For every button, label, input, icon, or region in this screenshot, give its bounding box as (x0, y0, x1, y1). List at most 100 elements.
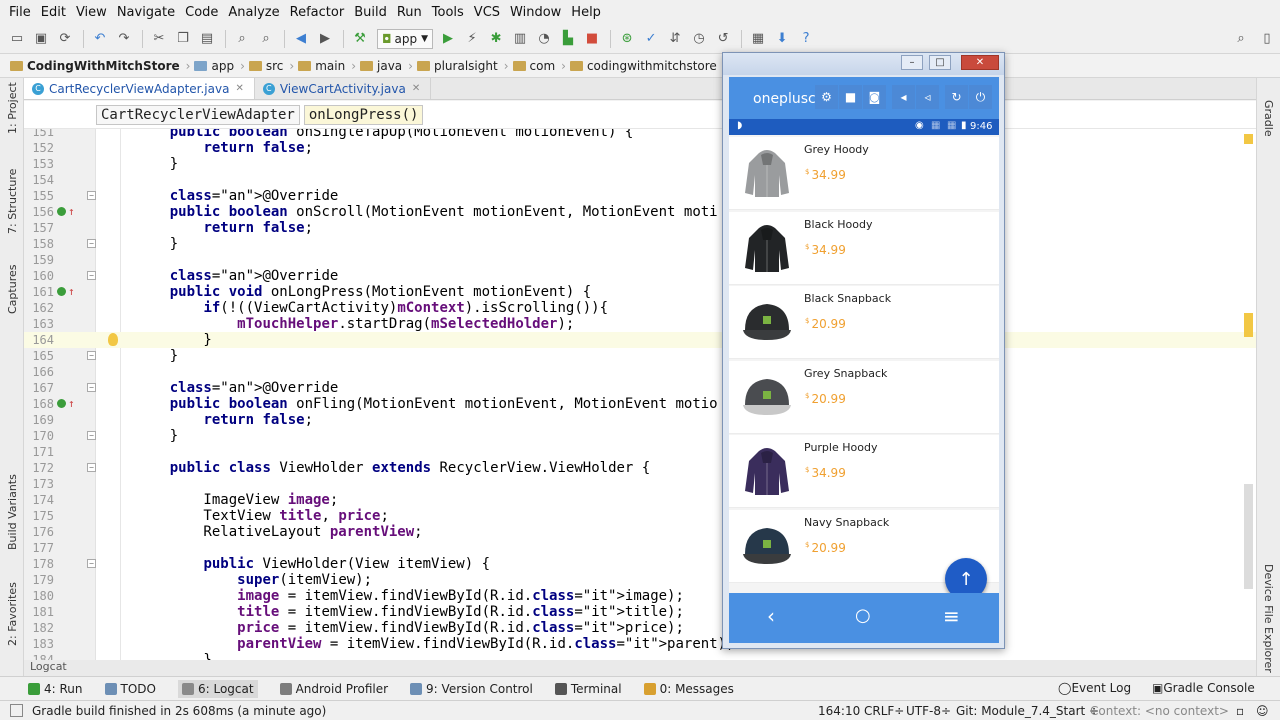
maximize-icon[interactable]: □ (929, 55, 951, 70)
product-card[interactable]: Black Snapback $20.99 (729, 286, 999, 359)
override-icon[interactable] (57, 287, 66, 296)
vcs-history-icon[interactable]: ◷ (688, 28, 710, 50)
fold-icon[interactable]: − (87, 383, 96, 392)
cut-icon[interactable]: ✂ (148, 28, 170, 50)
menu-code[interactable]: Code (180, 5, 223, 20)
fold-icon[interactable]: − (87, 271, 96, 280)
back-icon[interactable]: ‹ (767, 604, 775, 628)
run-config-select[interactable]: ◘ app ▼ (377, 28, 434, 49)
menu-vcs[interactable]: VCS (469, 5, 505, 20)
lock-icon[interactable]: ▫ (1236, 704, 1244, 718)
fold-icon[interactable]: − (87, 191, 96, 200)
menu-navigate[interactable]: Navigate (112, 5, 180, 20)
tool-gradle-console[interactable]: ▣ Gradle Console (1152, 681, 1255, 695)
paste-icon[interactable]: ▤ (196, 28, 218, 50)
menu-run[interactable]: Run (392, 5, 427, 20)
project-tool-tab[interactable]: 1: Project (6, 82, 19, 134)
build-variants-tool-tab[interactable]: Build Variants (6, 474, 19, 550)
tool-androidprofiler[interactable]: Android Profiler (279, 682, 388, 696)
device-file-explorer-tab[interactable]: Device File Explorer (1262, 564, 1275, 673)
close-icon[interactable]: ✕ (961, 55, 999, 70)
editor-scrollbar[interactable] (1240, 129, 1256, 660)
toolbar-options-icon[interactable]: ▯ (1256, 28, 1278, 50)
home-icon[interactable]: ○ (855, 605, 871, 626)
file-encoding[interactable]: UTF-8÷ (906, 704, 951, 718)
attach-debugger-icon[interactable]: ▙ (557, 28, 579, 50)
breadcrumb-item[interactable]: src › (248, 59, 294, 73)
emulator-titlebar[interactable]: – □ ✕ (723, 53, 1004, 75)
fold-icon[interactable]: − (87, 431, 96, 440)
breadcrumb-item[interactable]: com › (512, 59, 566, 73)
volume-up-icon[interactable]: ◃ (916, 85, 939, 109)
project-structure-icon[interactable]: ▦ (747, 28, 769, 50)
profile-icon[interactable]: ◔ (533, 28, 555, 50)
inspector-icon[interactable]: ☺ (1256, 704, 1269, 718)
code-editor[interactable]: 151 public boolean onSingleTapUp(MotionE… (24, 129, 1256, 660)
line-separator[interactable]: CRLF÷ (864, 704, 904, 718)
tool-terminal[interactable]: Terminal (554, 682, 622, 696)
scroll-thumb[interactable] (1244, 484, 1253, 589)
git-branch[interactable]: Git: Module_7.4_Start ÷ (956, 704, 1099, 718)
tool-logcat[interactable]: 6: Logcat (177, 679, 258, 698)
recents-icon[interactable]: ≡ (943, 604, 960, 628)
tool-versioncontrol[interactable]: 9: Version Control (410, 682, 533, 696)
tool-event-log[interactable]: ◯ Event Log (1058, 681, 1131, 695)
status-toggle-icon[interactable] (10, 704, 23, 717)
redo-icon[interactable]: ↷ (113, 28, 135, 50)
sync-icon[interactable]: ⟳ (54, 28, 76, 50)
logcat-panel-header[interactable]: Logcat (24, 660, 1256, 676)
product-card[interactable]: Black Hoody $34.99 (729, 211, 999, 285)
product-card[interactable]: Grey Hoody $34.99 (729, 137, 999, 210)
product-card[interactable]: Grey Snapback $20.99 (729, 360, 999, 434)
vcs-revert-icon[interactable]: ↺ (712, 28, 734, 50)
menu-view[interactable]: View (71, 5, 112, 20)
camera-icon[interactable]: ◙ (863, 85, 886, 109)
breadcrumb-class[interactable]: CartRecyclerViewAdapter (96, 104, 300, 125)
power-icon[interactable]: ⏻ (969, 85, 992, 109)
debug-icon[interactable]: ✱ (485, 28, 507, 50)
minimize-icon[interactable]: – (901, 55, 923, 70)
forward-icon[interactable]: ▶ (314, 28, 336, 50)
menu-refactor[interactable]: Refactor (285, 5, 350, 20)
undo-icon[interactable]: ↶ (89, 28, 111, 50)
menu-help[interactable]: Help (566, 5, 606, 20)
save-all-icon[interactable]: ▣ (30, 28, 52, 50)
override-icon[interactable] (57, 207, 66, 216)
breadcrumb-item[interactable]: pluralsight › (416, 59, 509, 73)
breadcrumb-item[interactable]: java › (360, 59, 413, 73)
fold-icon[interactable]: − (87, 463, 96, 472)
breadcrumb-item[interactable]: codingwithmitchstore› (569, 59, 728, 73)
back-icon[interactable]: ◀ (290, 28, 312, 50)
breadcrumb-method[interactable]: onLongPress() (303, 104, 424, 125)
override-icon[interactable] (57, 399, 66, 408)
make-project-icon[interactable]: ⚒ (349, 28, 371, 50)
lightbulb-icon[interactable] (108, 333, 118, 346)
product-card[interactable]: Purple Hoody $34.99 (729, 435, 999, 508)
volume-down-icon[interactable]: ◂ (892, 85, 915, 109)
menu-window[interactable]: Window (505, 5, 566, 20)
close-icon[interactable]: ✕ (412, 83, 420, 94)
breadcrumb-item[interactable]: app › (194, 59, 245, 73)
stop-icon[interactable]: ■ (581, 28, 603, 50)
menu-tools[interactable]: Tools (427, 5, 469, 20)
settings-icon[interactable]: ⚙ (815, 85, 838, 109)
tool-run[interactable]: 4: Run (28, 682, 83, 696)
vcs-commit-icon[interactable]: ✓ (640, 28, 662, 50)
gradle-tool-tab[interactable]: Gradle (1262, 100, 1275, 137)
menu-build[interactable]: Build (349, 5, 392, 20)
fold-icon[interactable]: − (87, 239, 96, 248)
rotate-icon[interactable]: ↻ (945, 85, 968, 109)
tool-messages[interactable]: 0: Messages (643, 682, 734, 696)
captures-tool-tab[interactable]: Captures (6, 265, 19, 314)
vcs-update-icon[interactable]: ⊛ (616, 28, 638, 50)
breadcrumb-item[interactable]: main › (298, 59, 356, 73)
structure-tool-tab[interactable]: 7: Structure (6, 169, 19, 234)
record-icon[interactable]: ■ (839, 85, 862, 109)
copy-icon[interactable]: ❐ (172, 28, 194, 50)
find-icon[interactable]: ⌕ (231, 28, 253, 50)
tool-todo[interactable]: TODO (104, 682, 156, 696)
editor-tab[interactable]: C CartRecyclerViewAdapter.java ✕ (24, 78, 255, 99)
favorites-tool-tab[interactable]: 2: Favorites (6, 582, 19, 646)
help-icon[interactable]: ? (795, 28, 817, 50)
replace-icon[interactable]: ⌕ (255, 28, 277, 50)
